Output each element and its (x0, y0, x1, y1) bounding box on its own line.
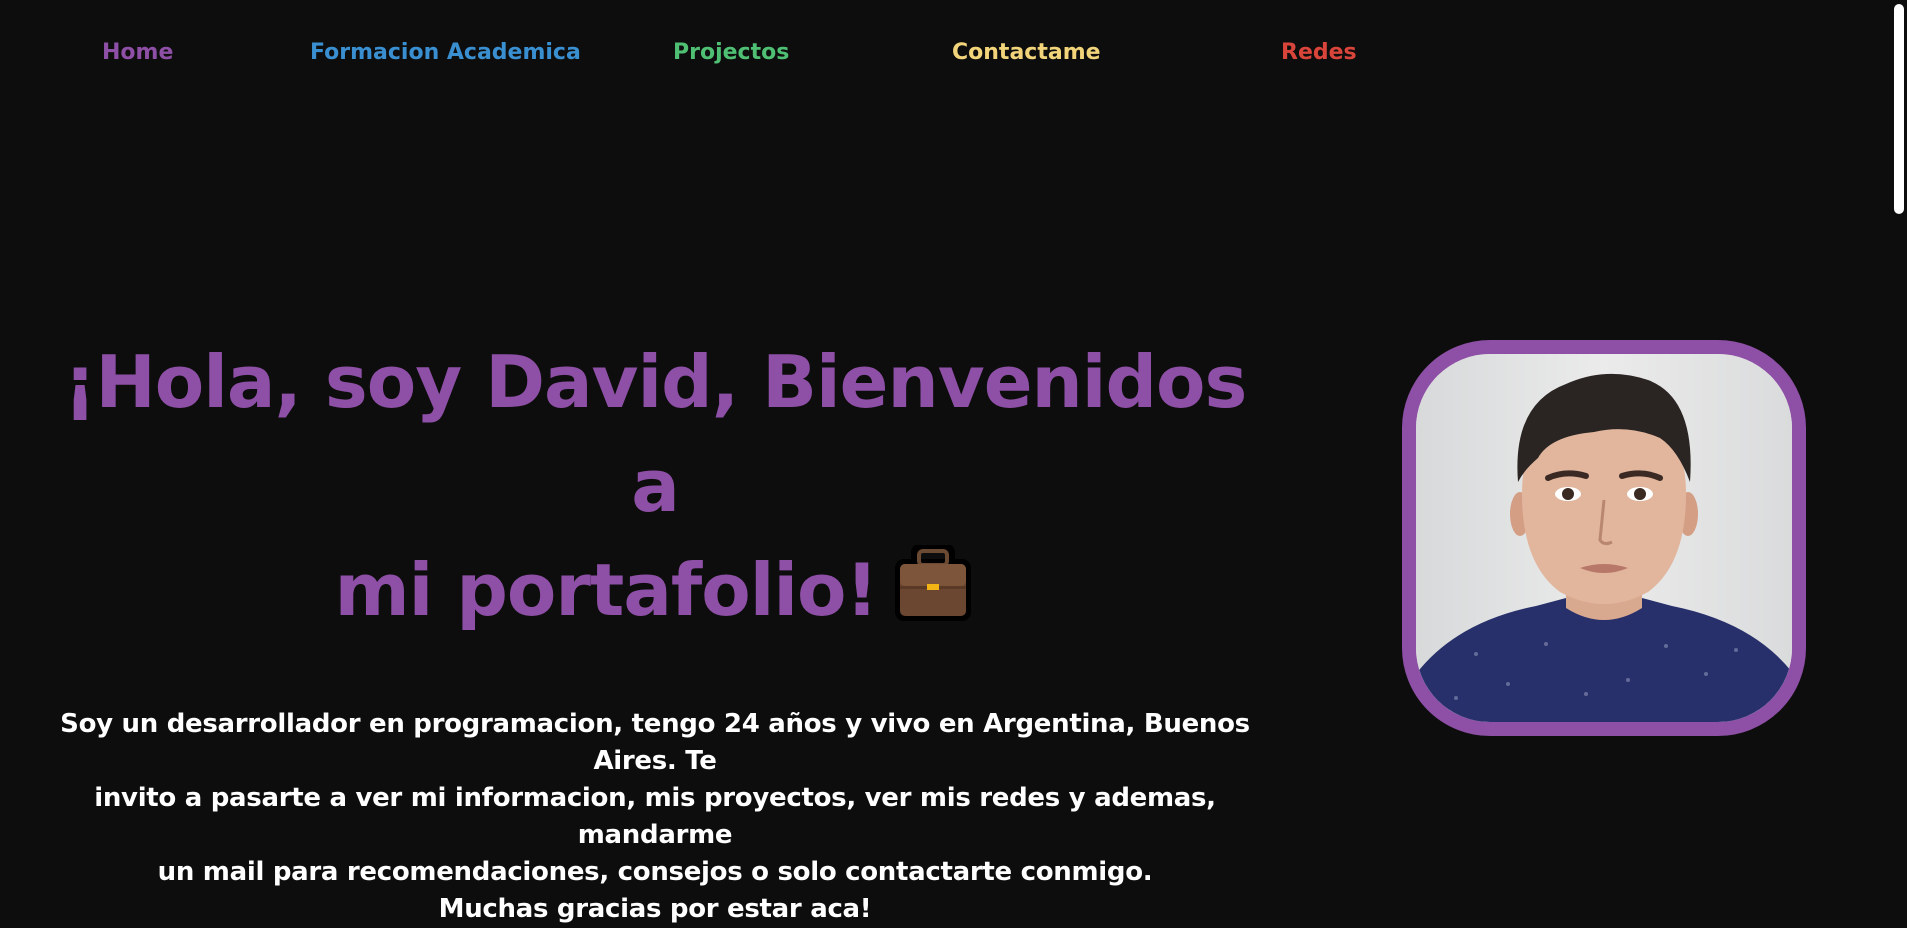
nav-home-link[interactable]: Home (102, 40, 173, 65)
nav-projectos-link[interactable]: Projectos (673, 40, 789, 65)
nav-redes-link[interactable]: Redes (1281, 40, 1357, 65)
profile-photo-image (1416, 354, 1792, 722)
hero-title-line-2: mi portafolio! (334, 548, 879, 632)
hero-title: ¡Hola, soy David, Bienvenidos a mi porta… (40, 330, 1270, 652)
scrollbar-thumb[interactable] (1894, 4, 1904, 214)
nav-contactame-link[interactable]: Contactame (952, 40, 1101, 65)
top-navigation: Home Formacion Academica Projectos Conta… (0, 0, 1880, 110)
hero-description-line: un mail para recomendaciones, consejos o… (157, 857, 1153, 887)
profile-photo (1402, 340, 1806, 736)
hero-description-line: Muchas gracias por estar aca! (438, 894, 872, 924)
briefcase-icon (891, 543, 975, 652)
hero-description-line: Soy un desarrollador en programacion, te… (60, 709, 1250, 776)
nav-formacion-academica-link[interactable]: Formacion Academica (310, 40, 581, 65)
vertical-scrollbar[interactable] (1890, 0, 1907, 855)
hero-description-line: invito a pasarte a ver mi informacion, m… (94, 783, 1216, 850)
hero-description: Soy un desarrollador en programacion, te… (40, 706, 1270, 928)
hero-title-line-1: ¡Hola, soy David, Bienvenidos a (63, 340, 1248, 528)
hero-section: ¡Hola, soy David, Bienvenidos a mi porta… (40, 330, 1270, 928)
